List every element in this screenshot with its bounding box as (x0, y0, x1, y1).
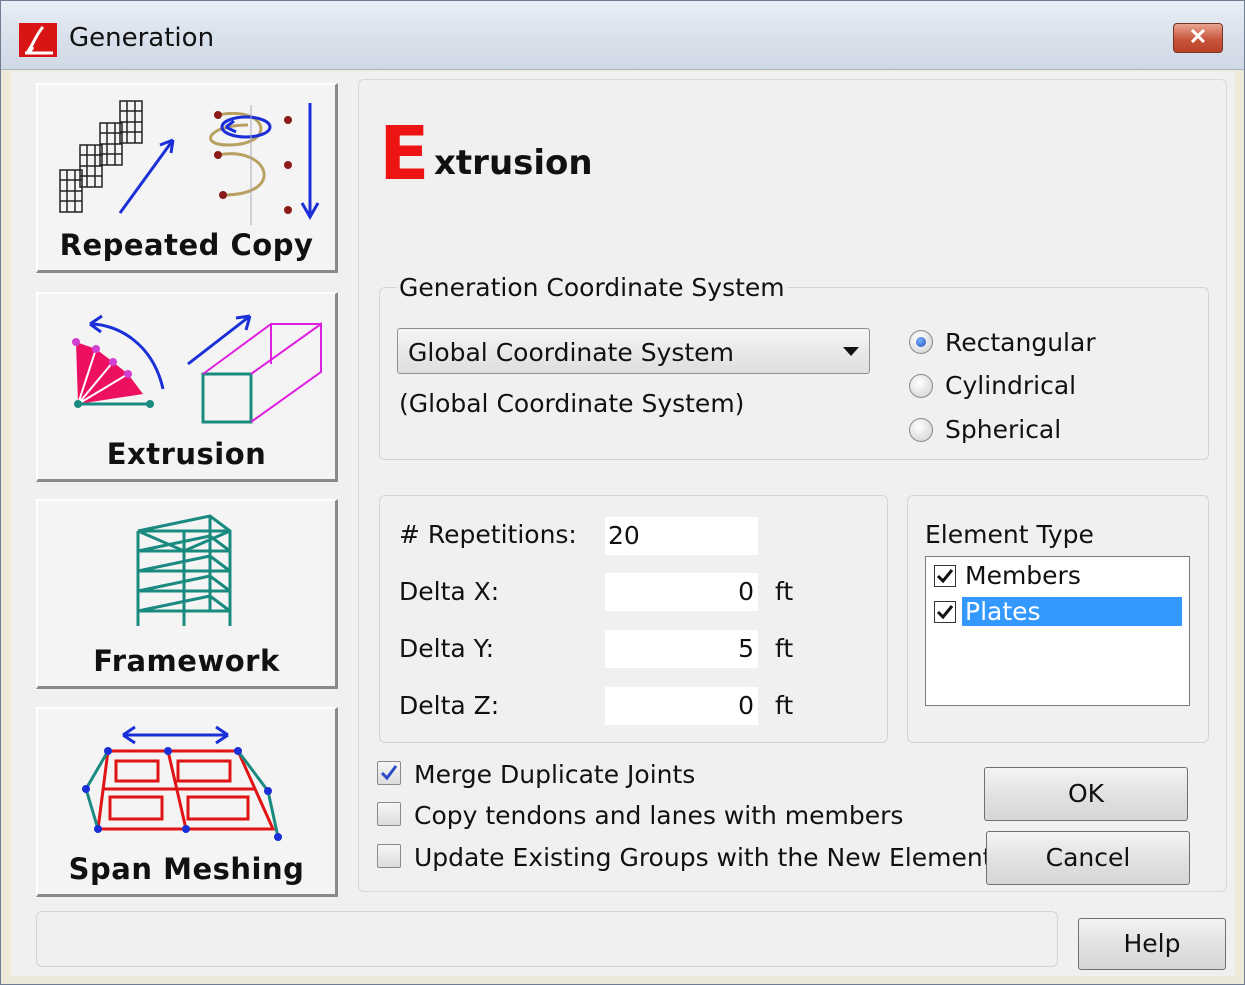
nav-label-framework: Framework (93, 644, 280, 678)
delta-y-input[interactable]: 5 (605, 630, 758, 668)
ok-button[interactable]: OK (984, 767, 1188, 821)
extrusion-button[interactable]: Extrusion (36, 292, 338, 482)
plates-label: Plates (962, 597, 1182, 626)
checkmark-icon (380, 765, 398, 781)
heading-initial: E (379, 111, 430, 197)
merge-joints-checkbox[interactable] (377, 761, 401, 785)
repeated-copy-button[interactable]: Repeated Copy (36, 83, 338, 273)
repetitions-input[interactable]: 20 (605, 517, 758, 555)
dialog-client-area: Repeated Copy Extrusion Framework Span M… (11, 71, 1235, 976)
element-type-legend: Element Type (925, 520, 1094, 549)
delta-z-input[interactable]: 0 (605, 687, 758, 725)
nav-label-repeated-copy: Repeated Copy (59, 228, 314, 262)
update-groups-checkbox[interactable] (377, 844, 401, 868)
nav-label-span-meshing: Span Meshing (68, 852, 305, 886)
coordinate-system-value: Global Coordinate System (408, 338, 734, 367)
close-button[interactable]: ✕ (1173, 23, 1223, 53)
chevron-down-icon (843, 347, 859, 356)
status-bar (36, 911, 1058, 967)
delta-x-unit: ft (775, 577, 794, 606)
plates-checkbox[interactable] (934, 601, 956, 623)
members-checkbox[interactable] (934, 565, 956, 587)
title-bar[interactable]: Generation ✕ (1, 1, 1244, 70)
coordinate-system-legend: Generation Coordinate System (397, 273, 787, 302)
copy-tendons-checkbox[interactable] (377, 802, 401, 826)
window-title: Generation (69, 23, 215, 53)
delta-y-unit: ft (775, 634, 794, 663)
checkmark-icon (936, 605, 954, 620)
checkmark-icon (936, 569, 954, 584)
radio-selected-dot (916, 337, 926, 347)
list-item-plates[interactable]: Plates (934, 595, 1186, 629)
repeated-copy-icon (59, 100, 320, 225)
radio-label-cylindrical[interactable]: Cylindrical (945, 371, 1076, 400)
span-meshing-button[interactable]: Span Meshing (36, 707, 338, 897)
copy-tendons-label[interactable]: Copy tendons and lanes with members (414, 801, 903, 830)
coordinate-system-dropdown[interactable]: Global Coordinate System (397, 328, 870, 374)
delta-x-input[interactable]: 0 (605, 573, 758, 611)
nav-label-extrusion: Extrusion (106, 437, 267, 471)
update-groups-label[interactable]: Update Existing Groups with the New Elem… (414, 843, 1006, 872)
heading-title: xtrusion (434, 143, 593, 183)
coordinate-system-caption: (Global Coordinate System) (399, 389, 745, 418)
list-item-members[interactable]: Members (934, 559, 1186, 593)
radio-spherical[interactable] (909, 418, 933, 442)
delta-y-label: Delta Y: (399, 634, 495, 663)
element-type-list[interactable]: Members Plates (925, 556, 1190, 706)
delta-z-label: Delta Z: (399, 691, 500, 720)
merge-joints-label[interactable]: Merge Duplicate Joints (414, 760, 695, 789)
framework-icon (136, 514, 232, 626)
staad-logo-icon (19, 23, 57, 57)
framework-button[interactable]: Framework (36, 499, 338, 689)
repetitions-label: # Repetitions: (399, 520, 577, 549)
extrusion-icon (72, 314, 322, 424)
members-label: Members (965, 561, 1081, 590)
delta-z-unit: ft (775, 691, 794, 720)
delta-x-label: Delta X: (399, 577, 500, 606)
radio-rectangular[interactable] (909, 330, 933, 354)
close-icon: ✕ (1188, 24, 1208, 49)
radio-label-spherical[interactable]: Spherical (945, 415, 1061, 444)
cancel-button[interactable]: Cancel (986, 831, 1190, 885)
radio-label-rectangular[interactable]: Rectangular (945, 328, 1096, 357)
help-button[interactable]: Help (1078, 918, 1226, 970)
generation-dialog: Generation ✕ Repeated Copy Extrusion Fra… (0, 0, 1245, 985)
radio-cylindrical[interactable] (909, 374, 933, 398)
span-meshing-icon (82, 725, 282, 841)
